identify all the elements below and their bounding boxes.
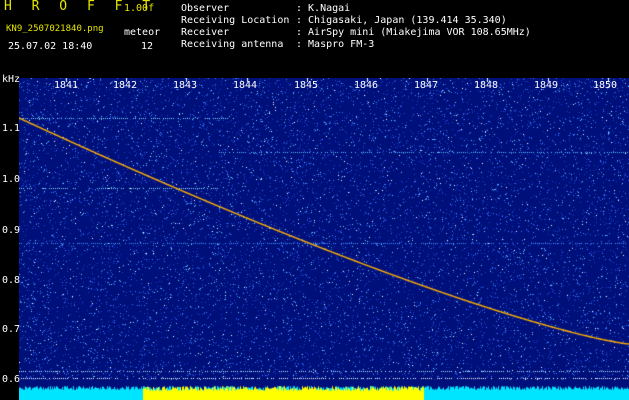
- file-name: KN9_2507021840.png: [6, 24, 104, 34]
- receiver-label: Receiver: [181, 27, 230, 38]
- y-tick-0.6: 0.6: [2, 374, 21, 385]
- observer-label: Observer: [181, 3, 230, 14]
- y-tick-1.0: 1.0: [2, 174, 21, 185]
- y-tick-0.7: 0.7: [2, 324, 21, 335]
- waterfall-canvas: [19, 78, 629, 400]
- y-axis-unit: kHz: [2, 74, 21, 85]
- app-version: 1.00f: [124, 3, 155, 14]
- x-tick-1845: 1845: [293, 80, 319, 91]
- x-tick-1849: 1849: [533, 80, 559, 91]
- header-panel: H R O F F T 1.00f KN9_2507021840.png met…: [0, 0, 629, 76]
- x-tick-1842: 1842: [112, 80, 138, 91]
- x-tick-1844: 1844: [232, 80, 258, 91]
- x-tick-1846: 1846: [353, 80, 379, 91]
- x-tick-1848: 1848: [473, 80, 499, 91]
- x-tick-1847: 1847: [413, 80, 439, 91]
- observer-value: : K.Nagai: [296, 3, 351, 14]
- meteor-count: 12: [141, 41, 154, 52]
- receiver-value: : AirSpy mini (Miakejima VOR 108.65MHz): [296, 27, 531, 38]
- y-tick-1.1: 1.1: [2, 123, 21, 134]
- capture-datetime: 25.07.02 18:40: [8, 41, 93, 52]
- y-tick-0.8: 0.8: [2, 275, 21, 286]
- x-tick-1841: 1841: [53, 80, 79, 91]
- antenna-label: Receiving antenna: [181, 39, 284, 50]
- x-tick-1843: 1843: [172, 80, 198, 91]
- y-tick-0.9: 0.9: [2, 225, 21, 236]
- location-value: : Chigasaki, Japan (139.414 35.340): [296, 15, 507, 26]
- x-tick-1850: 1850: [592, 80, 618, 91]
- antenna-value: : Maspro FM-3: [296, 39, 375, 50]
- meteor-label: meteor: [124, 27, 161, 38]
- spectrogram-waterfall: [19, 78, 629, 400]
- location-label: Receiving Location: [181, 15, 290, 26]
